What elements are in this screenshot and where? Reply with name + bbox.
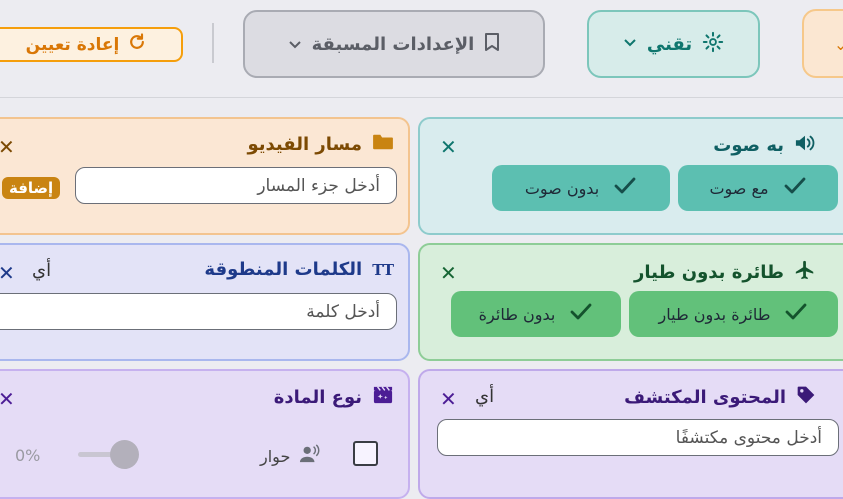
drone-filter-card: طائرة بدون طيار ✕ طائرة بدون طيار بدون ط…: [418, 243, 843, 361]
card-title: الكلمات المنطوقة: [204, 259, 363, 280]
check-icon: [784, 302, 808, 326]
option-label: حوار: [260, 446, 291, 466]
spoken-words-card: الكلمات المنطوقة TT أي ✕ أدخل كلمة: [0, 243, 410, 361]
input-placeholder: أدخل كلمة: [306, 301, 380, 322]
sound-filter-card: به صوت ✕ مع صوت بدون صوت: [418, 117, 843, 235]
option-label: بدون صوت: [524, 178, 600, 198]
input-placeholder: أدخل جزء المسار: [257, 175, 380, 196]
words-card-header: الكلمات المنطوقة TT: [204, 259, 394, 280]
option-label: بدون طائرة: [478, 304, 556, 324]
speaking-person-icon: [298, 444, 320, 468]
tech-mode-label: تقني: [646, 33, 693, 55]
tag-icon: [796, 385, 816, 409]
check-icon: [613, 176, 637, 200]
toolbar-divider: [212, 23, 214, 63]
close-icon[interactable]: ✕: [0, 263, 15, 283]
presets-button[interactable]: الإعدادات المسبقة: [243, 10, 545, 78]
check-icon: [783, 176, 807, 200]
option-label: مع صوت: [709, 178, 769, 198]
any-toggle[interactable]: أي: [32, 260, 51, 281]
toolbar-separator: [0, 97, 843, 98]
material-type-card: نوع المادة ✕ حوار 0%: [0, 369, 410, 499]
airplane-icon: [794, 259, 816, 285]
option-label: طائرة بدون طيار: [658, 304, 771, 324]
chevron-down-icon: ⌄: [834, 35, 843, 54]
card-title: نوع المادة: [273, 386, 362, 408]
video-path-input[interactable]: أدخل جزء المسار: [75, 167, 397, 204]
presets-label: الإعدادات المسبقة: [311, 33, 475, 55]
close-icon[interactable]: ✕: [0, 389, 15, 409]
video-path-card: مسار الفيديو ✕ إضافة أدخل جزء المسار: [0, 117, 410, 235]
close-icon[interactable]: ✕: [440, 137, 457, 157]
with-drone-option[interactable]: طائرة بدون طيار: [629, 291, 838, 337]
partial-dropdown-button[interactable]: ⌄: [802, 9, 843, 78]
speaker-icon: [794, 133, 816, 157]
detected-content-card: المحتوى المكتشف أي ✕ أدخل محتوى مكتشفًا: [418, 369, 843, 499]
chevron-down-icon: [288, 34, 302, 55]
with-sound-option[interactable]: مع صوت: [678, 165, 838, 211]
spoken-words-input[interactable]: أدخل كلمة: [0, 293, 397, 330]
add-button[interactable]: إضافة: [2, 177, 61, 199]
check-icon: [569, 302, 593, 326]
close-icon[interactable]: ✕: [440, 389, 457, 409]
close-icon[interactable]: ✕: [440, 263, 457, 283]
detected-content-input[interactable]: أدخل محتوى مكتشفًا: [437, 419, 839, 456]
gear-icon: [702, 31, 724, 58]
folder-icon: [372, 133, 394, 155]
drone-card-header: طائرة بدون طيار: [634, 259, 816, 285]
card-title: مسار الفيديو: [247, 133, 362, 155]
input-placeholder: أدخل محتوى مكتشفًا: [675, 427, 822, 448]
dialogue-checkbox[interactable]: [353, 441, 378, 466]
without-drone-option[interactable]: بدون طائرة: [451, 291, 621, 337]
refresh-icon: [127, 32, 147, 57]
slider-handle[interactable]: [110, 440, 139, 469]
path-card-header: مسار الفيديو: [247, 133, 394, 155]
reset-button[interactable]: إعادة تعيين: [0, 27, 183, 62]
card-title: طائرة بدون طيار: [634, 261, 784, 283]
text-size-icon: TT: [372, 260, 394, 279]
any-toggle[interactable]: أي: [475, 386, 494, 407]
card-title: به صوت: [713, 134, 784, 156]
dialogue-option: حوار: [260, 444, 320, 468]
chevron-down-icon: [623, 36, 637, 52]
sound-card-header: به صوت: [713, 133, 816, 157]
content-card-header: المحتوى المكتشف: [624, 385, 816, 409]
clapperboard-icon: [372, 385, 394, 409]
bookmark-icon: [484, 32, 500, 57]
without-sound-option[interactable]: بدون صوت: [492, 165, 670, 211]
close-icon[interactable]: ✕: [0, 137, 15, 157]
type-card-header: نوع المادة: [274, 385, 394, 409]
slider-value: 0%: [15, 446, 41, 465]
card-title: المحتوى المكتشف: [624, 386, 786, 408]
tech-mode-button[interactable]: تقني: [587, 10, 760, 78]
reset-label: إعادة تعيين: [25, 34, 120, 55]
